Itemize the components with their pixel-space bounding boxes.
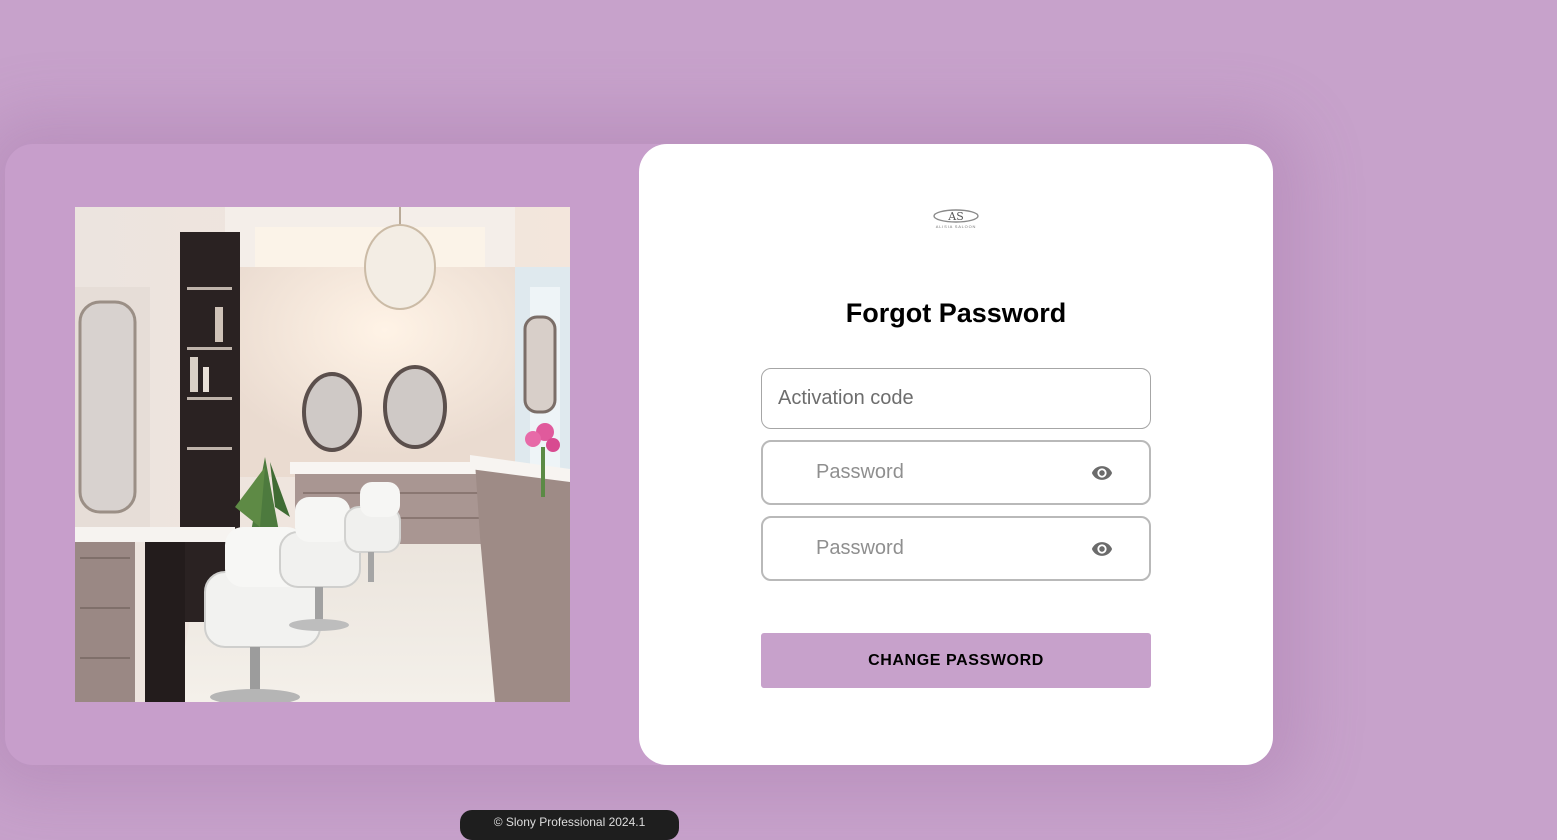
confirm-password-field[interactable] [761, 516, 1151, 581]
salon-interior-image [75, 207, 570, 702]
eye-icon[interactable] [1089, 462, 1115, 484]
confirm-password-input[interactable] [763, 518, 1063, 579]
logo-monogram: AS [947, 210, 963, 223]
page-title: Forgot Password [845, 298, 1067, 328]
logo-wordmark: ALISIA SALOON [936, 224, 976, 229]
change-password-button[interactable]: CHANGE PASSWORD [761, 633, 1151, 688]
forgot-password-panel: AS ALISIA SALOON Forgot Password Activat… [639, 144, 1273, 765]
password-field[interactable] [761, 440, 1151, 505]
activation-code-input[interactable] [762, 369, 1150, 428]
activation-code-field[interactable] [761, 368, 1151, 429]
version-badge: © Slony Professional 2024.1 [460, 810, 679, 840]
eye-icon[interactable] [1089, 538, 1115, 560]
login-card: AS ALISIA SALOON Forgot Password Activat… [5, 144, 1273, 765]
brand-logo: AS ALISIA SALOON [911, 206, 1001, 230]
password-input[interactable] [763, 442, 1063, 503]
